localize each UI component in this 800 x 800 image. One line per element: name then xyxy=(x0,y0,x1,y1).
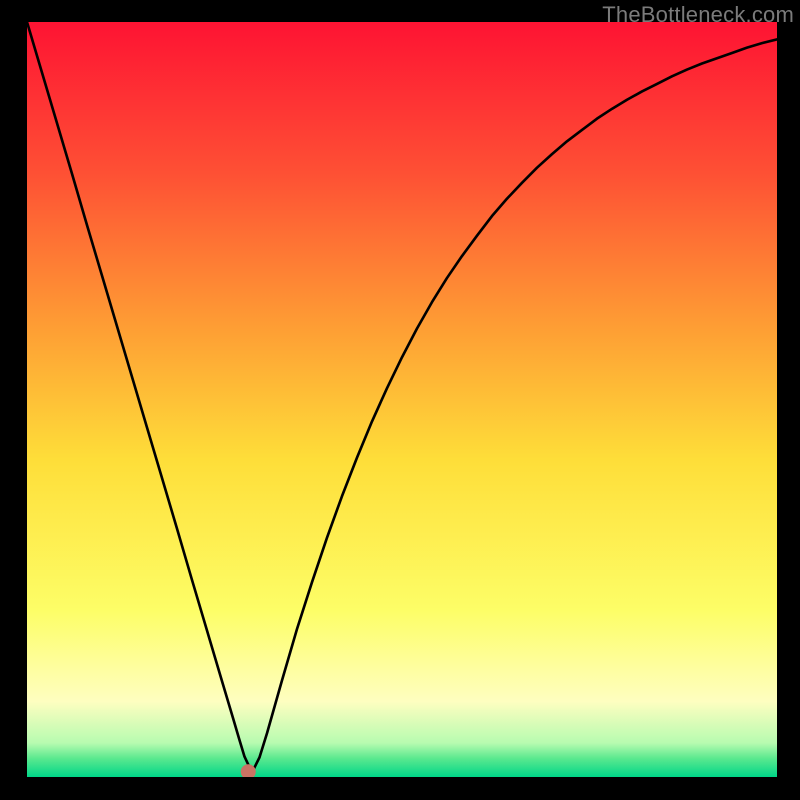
chart-frame: TheBottleneck.com xyxy=(0,0,800,800)
bottleneck-chart xyxy=(27,22,777,777)
watermark-label: TheBottleneck.com xyxy=(602,2,794,28)
